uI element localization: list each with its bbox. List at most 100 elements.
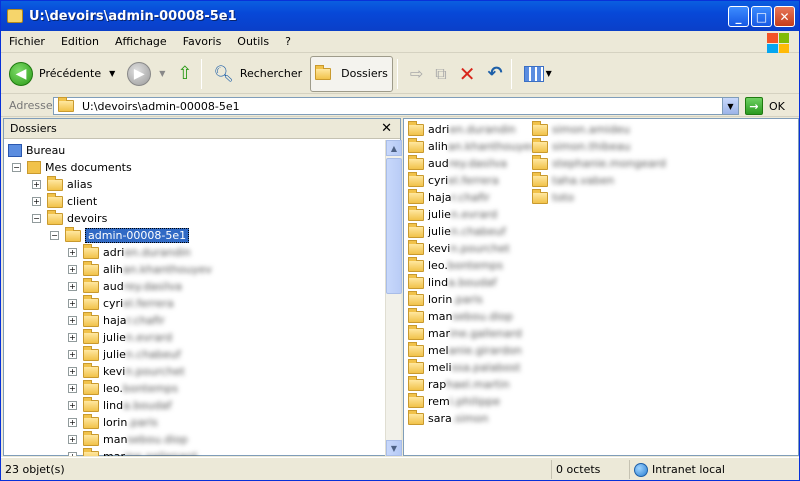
minimize-button[interactable]: _ xyxy=(728,6,749,27)
folder-icon xyxy=(83,294,99,310)
tree-item-child[interactable]: + aud rey.dasilva xyxy=(68,277,182,295)
back-button[interactable]: ◀ Précédente ▼ xyxy=(5,57,119,91)
tree-item-child[interactable]: + kevi n.pourchet xyxy=(68,362,185,380)
tree-item-client[interactable]: + client xyxy=(32,192,97,210)
folder-icon xyxy=(83,447,99,456)
folder-item[interactable]: julie n.chabeuf xyxy=(408,222,506,240)
folder-item[interactable]: simon.amideu xyxy=(532,120,630,138)
menu-outils[interactable]: Outils xyxy=(229,35,277,48)
folder-item[interactable]: adri en.durandin xyxy=(408,120,516,138)
expand-icon[interactable]: + xyxy=(68,452,77,456)
tree-item-alias[interactable]: + alias xyxy=(32,175,92,193)
folder-item[interactable]: taha.vaben xyxy=(532,171,614,189)
expand-icon[interactable]: + xyxy=(68,299,77,308)
expand-icon[interactable]: + xyxy=(68,333,77,342)
tree-item-child[interactable]: + leo. bontemps xyxy=(68,379,178,397)
folder-item[interactable]: man sebou.diop xyxy=(408,307,513,325)
expand-icon[interactable]: + xyxy=(68,316,77,325)
expand-icon[interactable]: + xyxy=(32,197,41,206)
expand-icon[interactable]: + xyxy=(68,384,77,393)
close-pane-icon[interactable]: ✕ xyxy=(381,121,392,136)
tree-item-child[interactable]: + marine.gallenard xyxy=(68,447,197,456)
menu-help[interactable]: ? xyxy=(277,35,299,48)
expand-icon[interactable]: + xyxy=(32,180,41,189)
views-button[interactable]: ▼ xyxy=(520,57,556,91)
folder-item[interactable]: mel anie.girardon xyxy=(408,341,522,359)
expand-icon[interactable]: + xyxy=(68,367,77,376)
tree-item-child[interactable]: + lorin .paris xyxy=(68,413,158,431)
menu-fichier[interactable]: Fichier xyxy=(1,35,53,48)
collapse-icon[interactable]: − xyxy=(50,231,59,240)
folder-icon xyxy=(83,328,99,344)
maximize-button[interactable]: □ xyxy=(751,6,772,27)
folder-item[interactable]: kevi n.pourchet xyxy=(408,239,510,257)
go-button[interactable]: → OK xyxy=(745,97,785,115)
menu-favoris[interactable]: Favoris xyxy=(175,35,230,48)
tree-item-child[interactable]: + julie n.chabeuf xyxy=(68,345,181,363)
collapse-icon[interactable]: − xyxy=(12,163,21,172)
folder-item[interactable]: lorin .paris xyxy=(408,290,483,308)
tree-item-desktop[interactable]: Bureau xyxy=(8,142,65,159)
folder-item[interactable]: stephanie.mongeard xyxy=(532,154,666,172)
folder-item[interactable]: lind a.boudaf xyxy=(408,273,497,291)
expand-icon[interactable]: + xyxy=(68,401,77,410)
folder-item[interactable]: aud rey.dasilva xyxy=(408,154,507,172)
contents-pane: adri en.durandin alih an.khanthouyev aud rey.… xyxy=(403,118,799,456)
folder-item[interactable]: alih an.khanthouyev xyxy=(408,137,537,155)
collapse-icon[interactable]: − xyxy=(32,214,41,223)
menu-affichage[interactable]: Affichage xyxy=(107,35,175,48)
folder-item[interactable]: leo. bontemps xyxy=(408,256,503,274)
delete-button[interactable]: ✕ xyxy=(455,57,480,91)
scroll-down-icon[interactable]: ▼ xyxy=(386,440,402,456)
tree-item-child[interactable]: + julie n.evrard xyxy=(68,328,172,346)
expand-icon[interactable]: + xyxy=(68,435,77,444)
move-to-button[interactable]: ⇨ xyxy=(406,57,427,91)
menu-edition[interactable]: Edition xyxy=(53,35,107,48)
chevron-down-icon[interactable]: ▼ xyxy=(109,69,115,78)
folder-item[interactable]: mar ine.gallenard xyxy=(408,324,522,342)
folder-item[interactable]: toto xyxy=(532,188,574,206)
folder-item[interactable]: cyri el.ferrera xyxy=(408,171,499,189)
scroll-up-icon[interactable]: ▲ xyxy=(386,140,402,156)
chevron-down-icon[interactable]: ▼ xyxy=(546,69,552,78)
address-dropdown-icon[interactable]: ▼ xyxy=(722,98,738,114)
tree-item-child[interactable]: + haja r.chafir xyxy=(68,311,165,329)
folder-icon xyxy=(7,9,23,23)
copy-to-button[interactable]: ⧉ xyxy=(431,57,450,91)
close-button[interactable]: ✕ xyxy=(774,6,795,27)
scroll-thumb[interactable] xyxy=(386,158,402,294)
folder-icon xyxy=(408,341,424,357)
expand-icon[interactable]: + xyxy=(68,265,77,274)
expand-icon[interactable]: + xyxy=(68,282,77,291)
folder-item[interactable]: rem i.philippe xyxy=(408,392,500,410)
folder-name-redacted: n.pourchet xyxy=(125,365,185,378)
folder-item[interactable]: sara .simon xyxy=(408,409,488,427)
folder-item[interactable]: rap hael.martin xyxy=(408,375,510,393)
tree-item-child[interactable]: + man sebou.diop xyxy=(68,430,188,448)
folder-item[interactable]: julie n.evrard xyxy=(408,205,497,223)
undo-button[interactable]: ↶ xyxy=(483,57,506,91)
chevron-down-icon[interactable]: ▼ xyxy=(159,69,165,78)
folder-item[interactable]: simon.thibeau xyxy=(532,137,631,155)
tree-item-selected[interactable]: − admin-00008-5e1 xyxy=(50,226,190,244)
expand-icon[interactable]: + xyxy=(68,350,77,359)
folders-pane: Dossiers ✕ Bureau − Mes documents + alias… xyxy=(3,118,402,456)
search-button[interactable]: 🔍︎ Rechercher xyxy=(210,57,307,91)
forward-button[interactable]: ▶ ▼ xyxy=(123,57,169,91)
expand-icon[interactable]: + xyxy=(68,248,77,257)
title-bar[interactable]: U:\devoirs\admin-00008-5e1 _ □ ✕ xyxy=(1,1,799,31)
up-folder-button[interactable]: ⇧ xyxy=(173,57,196,91)
address-field[interactable]: U:\devoirs\admin-00008-5e1 ▼ xyxy=(53,97,739,115)
tree-item-child[interactable]: + lind a.boudaf xyxy=(68,396,172,414)
tree-item-child[interactable]: + adri en.durandin xyxy=(68,243,191,261)
tree-item-child[interactable]: + alih an.khanthouyev xyxy=(68,260,212,278)
folders-button[interactable]: Dossiers xyxy=(310,55,393,92)
tree-item-mydocs[interactable]: − Mes documents xyxy=(12,159,132,176)
folders-scrollbar[interactable]: ▲ ▼ xyxy=(385,140,402,456)
tree-item-devoirs[interactable]: − devoirs xyxy=(32,209,107,227)
folder-icon xyxy=(83,345,99,361)
expand-icon[interactable]: + xyxy=(68,418,77,427)
folder-item[interactable]: haja r.chafir xyxy=(408,188,490,206)
folder-item[interactable]: meli ssa.palabost xyxy=(408,358,521,376)
tree-item-child[interactable]: + cyri el.ferrera xyxy=(68,294,174,312)
